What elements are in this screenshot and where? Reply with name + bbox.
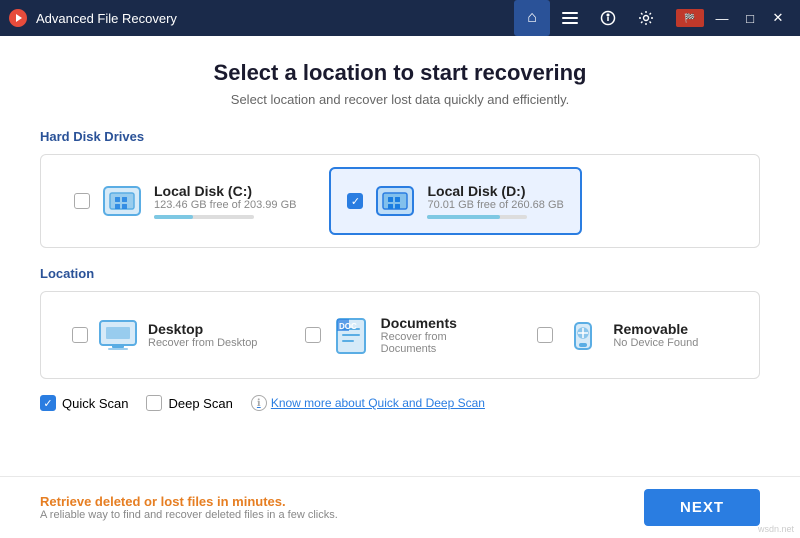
drives-section-label: Hard Disk Drives (40, 129, 760, 144)
drive-c-icon (100, 179, 144, 223)
footer-title: Retrieve deleted or lost files in minute… (40, 494, 338, 509)
removable-info: Removable No Device Found (613, 321, 698, 349)
flag-icon: 🏁 (676, 9, 704, 27)
maximize-button[interactable]: □ (736, 8, 764, 28)
next-button[interactable]: NEXT (644, 489, 760, 526)
deep-scan-label: Deep Scan (168, 396, 232, 411)
documents-icon: DOC (331, 315, 371, 355)
page-title: Select a location to start recovering (40, 60, 760, 86)
drives-section: Hard Disk Drives Local Disk (C:) (40, 129, 760, 248)
desktop-icon (98, 315, 138, 355)
scan-options: ✓ Quick Scan Deep Scan ℹ Know more about… (40, 395, 760, 411)
drive-c-item[interactable]: Local Disk (C:) 123.46 GB free of 203.99… (57, 167, 313, 235)
drive-d-icon (373, 179, 417, 223)
quick-scan-checkbox[interactable]: ✓ (40, 395, 56, 411)
footer-desc: A reliable way to find and recover delet… (40, 509, 338, 521)
drive-d-checkbox[interactable]: ✓ (347, 193, 363, 209)
nav-settings-button[interactable] (628, 0, 664, 36)
app-title: Advanced File Recovery (36, 11, 514, 26)
svg-text:DOC: DOC (339, 322, 357, 331)
location-removable-checkbox[interactable] (537, 327, 553, 343)
learn-more-link[interactable]: ℹ Know more about Quick and Deep Scan (251, 395, 485, 411)
page-subtitle: Select location and recover lost data qu… (40, 92, 760, 107)
drive-d-size: 70.01 GB free of 260.68 GB (427, 199, 563, 211)
drive-c-size: 123.46 GB free of 203.99 GB (154, 199, 296, 211)
location-container: Desktop Recover from Desktop DOC Docu (40, 291, 760, 379)
location-section-label: Location (40, 266, 760, 281)
documents-name: Documents (381, 315, 496, 331)
footer-left: Retrieve deleted or lost files in minute… (40, 494, 338, 521)
location-removable-item[interactable]: Removable No Device Found (522, 304, 743, 366)
usb-icon (563, 315, 603, 355)
app-logo-icon (8, 8, 28, 28)
drive-d-info: Local Disk (D:) 70.01 GB free of 260.68 … (427, 183, 563, 219)
nav-info-button[interactable] (590, 0, 626, 36)
location-desktop-checkbox[interactable] (72, 327, 88, 343)
location-documents-item[interactable]: DOC Documents Recover from Documents (290, 304, 511, 366)
footer: Retrieve deleted or lost files in minute… (0, 476, 800, 538)
drive-c-checkbox[interactable] (74, 193, 90, 209)
location-desktop-item[interactable]: Desktop Recover from Desktop (57, 304, 278, 366)
nav-buttons: ⌂ (514, 0, 664, 36)
title-bar: Advanced File Recovery ⌂ 🏁 — □ ✕ (0, 0, 800, 36)
info-icon: ℹ (251, 395, 267, 411)
main-content: Select a location to start recovering Se… (0, 36, 800, 476)
drive-c-info: Local Disk (C:) 123.46 GB free of 203.99… (154, 183, 296, 219)
quick-scan-label: Quick Scan (62, 396, 128, 411)
documents-desc: Recover from Documents (381, 331, 496, 355)
drive-d-item[interactable]: ✓ Local Disk (D:) 70.01 GB free of 260.6… (329, 167, 581, 235)
removable-name: Removable (613, 321, 698, 337)
desktop-name: Desktop (148, 321, 257, 337)
removable-desc: No Device Found (613, 337, 698, 349)
drive-d-name: Local Disk (D:) (427, 183, 563, 199)
nav-home-button[interactable]: ⌂ (514, 0, 550, 36)
desktop-desc: Recover from Desktop (148, 337, 257, 349)
learn-more-text: Know more about Quick and Deep Scan (271, 396, 485, 410)
quick-scan-option[interactable]: ✓ Quick Scan (40, 395, 128, 411)
drive-c-name: Local Disk (C:) (154, 183, 296, 199)
location-documents-checkbox[interactable] (305, 327, 321, 343)
documents-info: Documents Recover from Documents (381, 315, 496, 355)
minimize-button[interactable]: — (708, 8, 736, 28)
drives-container: Local Disk (C:) 123.46 GB free of 203.99… (40, 154, 760, 248)
nav-list-button[interactable] (552, 0, 588, 36)
watermark: wsdn.net (758, 524, 794, 534)
deep-scan-checkbox[interactable] (146, 395, 162, 411)
deep-scan-option[interactable]: Deep Scan (146, 395, 232, 411)
location-section: Location Desktop Recover from Desktop (40, 266, 760, 379)
close-button[interactable]: ✕ (764, 8, 792, 28)
desktop-info: Desktop Recover from Desktop (148, 321, 257, 349)
